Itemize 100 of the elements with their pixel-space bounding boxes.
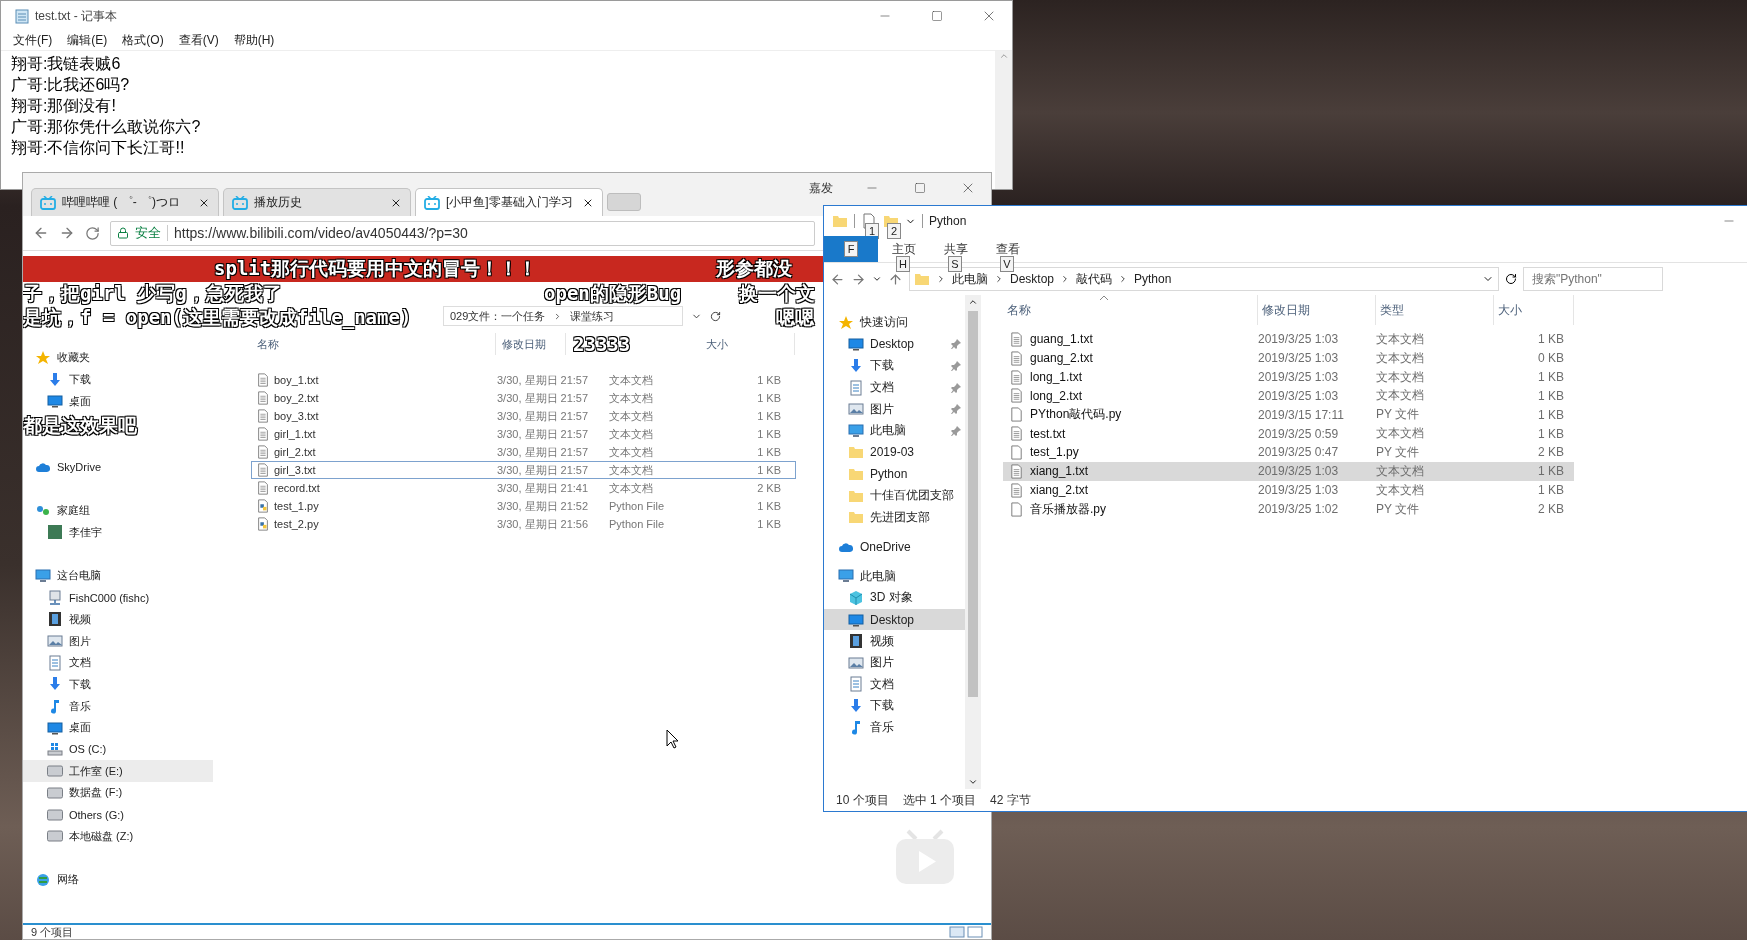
file-row[interactable]: test_1.py 2019/3/25 0:47 PY 文件 2 KB bbox=[1003, 443, 1574, 462]
tree-item[interactable]: 下载 bbox=[23, 368, 213, 391]
tree-item[interactable]: 李佳宇 bbox=[23, 521, 213, 544]
column-header[interactable]: 大小 bbox=[700, 333, 795, 355]
file-row[interactable]: PYthon敲代码.py 2019/3/15 17:11 PY 文件 1 KB bbox=[1003, 405, 1574, 425]
file-row[interactable]: girl_2.txt 3/30, 星期日 21:57 文本文档 1 KB bbox=[251, 443, 796, 461]
nav-item[interactable]: Desktop bbox=[824, 608, 965, 631]
column-header[interactable]: 名称 bbox=[251, 333, 496, 355]
file-row[interactable]: long_1.txt 2019/3/25 1:03 文本文档 1 KB bbox=[1003, 367, 1574, 387]
tree-item[interactable]: FishC000 (fishc) bbox=[23, 586, 213, 609]
tree-item[interactable]: 文档 bbox=[23, 651, 213, 674]
tree-item[interactable]: 音乐 bbox=[23, 695, 213, 717]
menu-item[interactable]: 编辑(E) bbox=[67, 32, 108, 49]
file-row[interactable]: boy_3.txt 3/30, 星期日 21:57 文本文档 1 KB bbox=[251, 407, 796, 425]
browser-tab[interactable]: 哔哩哔哩 ( ゜- ゜)つロ bbox=[31, 188, 219, 216]
back-button[interactable] bbox=[33, 225, 49, 241]
column-header[interactable]: 类型 bbox=[1376, 295, 1494, 325]
nav-item[interactable]: OneDrive bbox=[824, 535, 965, 558]
star-icon bbox=[35, 349, 51, 366]
file-name: guang_1.txt bbox=[1030, 332, 1094, 347]
tree-item[interactable]: 桌面 bbox=[23, 716, 213, 739]
tree-item[interactable]: 桌面 bbox=[23, 390, 213, 413]
column-header[interactable]: 修改日期 bbox=[1258, 295, 1376, 325]
file-row[interactable]: test_2.py 3/30, 星期日 21:56 Python File 1 KB bbox=[251, 515, 796, 533]
file-row[interactable]: girl_1.txt 3/30, 星期日 21:57 文本文档 1 KB bbox=[251, 425, 796, 443]
nav-item[interactable]: 下载 bbox=[824, 695, 965, 717]
back-button[interactable] bbox=[830, 271, 845, 287]
file-row[interactable]: guang_2.txt 2019/3/25 1:03 文本文档 0 KB bbox=[1003, 348, 1574, 368]
browser-tab[interactable]: 播放历史 bbox=[223, 188, 411, 216]
file-tab[interactable]: F bbox=[824, 236, 878, 262]
scrollbar[interactable] bbox=[965, 295, 981, 789]
tree-item[interactable]: 这台电脑 bbox=[23, 565, 213, 587]
nav-item[interactable]: 先进团支部 bbox=[824, 506, 965, 528]
file-row[interactable]: 音乐播放器.py 2019/3/25 1:02 PY 文件 2 KB bbox=[1003, 499, 1574, 519]
tree-item[interactable]: 收藏夹 bbox=[23, 347, 213, 369]
nav-item[interactable]: 快速访问 bbox=[824, 312, 965, 334]
view-mode-icon[interactable] bbox=[949, 926, 983, 938]
reload-button[interactable] bbox=[85, 225, 100, 241]
keytip: 2 bbox=[887, 223, 901, 239]
file-name: boy_1.txt bbox=[274, 374, 320, 386]
breadcrumb-item[interactable]: 此电脑 bbox=[952, 270, 988, 288]
tree-item[interactable]: 视频 bbox=[23, 608, 213, 631]
nav-item[interactable]: 音乐 bbox=[824, 716, 965, 739]
tree-item[interactable]: 家庭组 bbox=[23, 499, 213, 522]
file-row[interactable]: boy_2.txt 3/30, 星期日 21:57 文本文档 1 KB bbox=[251, 389, 796, 407]
file-row[interactable]: test_1.py 3/30, 星期日 21:52 Python File 1 KB bbox=[251, 497, 796, 515]
file-row[interactable]: xiang_2.txt 2019/3/25 1:03 文本文档 1 KB bbox=[1003, 480, 1574, 500]
nav-item[interactable]: 文档 bbox=[824, 376, 965, 399]
file-row[interactable]: boy_1.txt 3/30, 星期日 21:57 文本文档 1 KB bbox=[251, 371, 796, 389]
file-type: PY 文件 bbox=[1376, 406, 1421, 424]
breadcrumb-item[interactable]: Desktop bbox=[1010, 272, 1055, 286]
file-name: long_1.txt bbox=[1030, 370, 1084, 385]
forward-button[interactable] bbox=[851, 271, 866, 287]
tree-item[interactable]: 本地磁盘 (Z:) bbox=[23, 825, 213, 848]
nav-item[interactable]: 下载 bbox=[824, 355, 965, 377]
browser-tab[interactable]: [小甲鱼]零基础入门学习 bbox=[415, 188, 603, 216]
document-icon bbox=[848, 676, 864, 693]
tree-item[interactable]: 下载 bbox=[23, 673, 213, 696]
menu-item[interactable]: 查看(V) bbox=[178, 32, 219, 49]
file-row[interactable]: guang_1.txt 2019/3/25 1:03 文本文档 1 KB bbox=[1003, 330, 1574, 349]
new-tab-button[interactable] bbox=[607, 193, 641, 211]
column-header[interactable]: 修改日期 bbox=[496, 333, 566, 355]
tree-item[interactable]: OS (C:) bbox=[23, 738, 213, 761]
address-bar[interactable]: 安全 https://www.bilibili.com/video/av4050443/?p=30 bbox=[110, 220, 815, 246]
forward-button[interactable] bbox=[59, 225, 75, 241]
column-header[interactable]: 名称 bbox=[1003, 295, 1258, 325]
menu-item[interactable]: 帮助(H) bbox=[233, 32, 275, 49]
address-bar[interactable]: 此电脑 Desktop 敲代码 Python bbox=[909, 267, 1499, 291]
tree-item[interactable]: 数据盘 (F:) bbox=[23, 782, 213, 804]
nav-item[interactable]: 十佳百优团支部 bbox=[824, 484, 965, 507]
file-row[interactable]: girl_3.txt 3/30, 星期日 21:57 文本文档 1 KB bbox=[251, 461, 796, 479]
nav-item[interactable]: 3D 对象 bbox=[824, 587, 965, 609]
file-row[interactable]: record.txt 3/30, 星期日 21:41 文本文档 2 KB bbox=[251, 479, 796, 497]
tree-item[interactable]: 工作室 (E:) bbox=[23, 760, 213, 782]
nav-item[interactable]: Desktop bbox=[824, 333, 965, 356]
scrollbar[interactable] bbox=[995, 51, 1012, 189]
menu-item[interactable]: 格式(O) bbox=[122, 32, 164, 49]
breadcrumb-bar[interactable]: 029文件：一个任务 课堂练习 bbox=[443, 306, 683, 326]
nav-item[interactable]: 图片 bbox=[824, 651, 965, 674]
tree-item[interactable]: 网络 bbox=[23, 869, 213, 891]
tree-item[interactable]: 图片 bbox=[23, 630, 213, 652]
nav-item[interactable]: Python bbox=[824, 463, 965, 485]
search-field[interactable]: 搜索"Python" bbox=[1523, 267, 1663, 291]
nav-item[interactable]: 图片 bbox=[824, 398, 965, 420]
up-button[interactable] bbox=[888, 271, 903, 287]
breadcrumb-item[interactable]: Python bbox=[1134, 272, 1172, 286]
menu-item[interactable]: 文件(F) bbox=[13, 32, 53, 49]
nav-item[interactable]: 此电脑 bbox=[824, 419, 965, 442]
nav-item[interactable]: 此电脑 bbox=[824, 565, 965, 588]
nav-item[interactable]: 视频 bbox=[824, 630, 965, 652]
tree-item[interactable]: Others (G:) bbox=[23, 803, 213, 826]
column-header[interactable]: 大小 bbox=[1494, 295, 1574, 325]
tree-item[interactable]: SkyDrive bbox=[23, 456, 213, 478]
file-row[interactable]: xiang_1.txt 2019/3/25 1:03 文本文档 1 KB bbox=[1003, 461, 1574, 481]
breadcrumb-item[interactable]: 敲代码 bbox=[1076, 270, 1113, 288]
file-row[interactable]: test.txt 2019/3/25 0:59 文本文档 1 KB bbox=[1003, 424, 1574, 444]
file-type: PY 文件 bbox=[1376, 444, 1421, 461]
file-row[interactable]: long_2.txt 2019/3/25 1:03 文本文档 1 KB bbox=[1003, 386, 1574, 406]
nav-item[interactable]: 文档 bbox=[824, 673, 965, 696]
nav-item[interactable]: 2019-03 bbox=[824, 441, 965, 464]
